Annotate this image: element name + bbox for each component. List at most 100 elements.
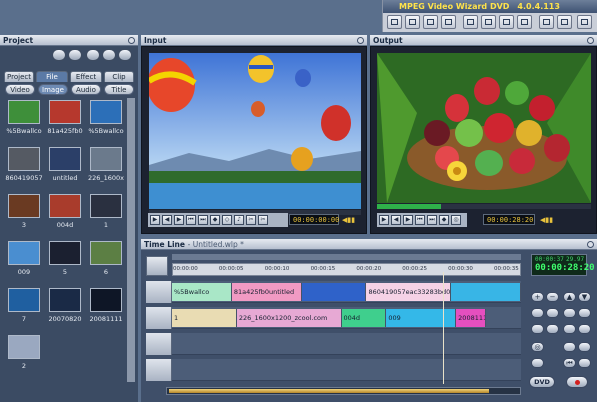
- ctrl-button-3[interactable]: [563, 308, 576, 318]
- prev-frame-icon[interactable]: ◀: [162, 215, 172, 225]
- dvd-button[interactable]: DVD: [529, 376, 555, 388]
- save-icon[interactable]: [423, 15, 438, 29]
- ctrl-button-12[interactable]: [578, 358, 591, 368]
- move-down-button[interactable]: ▼: [578, 292, 591, 302]
- ctrl-button-4[interactable]: [578, 308, 591, 318]
- move-up-button[interactable]: ▲: [563, 292, 576, 302]
- library-item[interactable]: 6: [87, 241, 125, 283]
- zoom-out-button[interactable]: −: [546, 292, 559, 302]
- view-button[interactable]: [102, 49, 116, 61]
- snapshot-button[interactable]: ◎: [531, 342, 544, 352]
- ctrl-button-6[interactable]: [546, 324, 559, 334]
- add-media-button[interactable]: [52, 49, 66, 61]
- library-item[interactable]: 5: [46, 241, 84, 283]
- library-item[interactable]: 1: [87, 194, 125, 236]
- settings-icon[interactable]: [557, 15, 572, 29]
- snapshot-icon[interactable]: [481, 15, 496, 29]
- skip-button[interactable]: ⏮: [563, 358, 576, 368]
- close-icon[interactable]: [587, 37, 594, 44]
- ctrl-button-1[interactable]: [531, 308, 544, 318]
- refresh-button[interactable]: [68, 49, 82, 61]
- film-icon[interactable]: [539, 15, 554, 29]
- cut-icon[interactable]: ✂: [246, 215, 256, 225]
- ctrl-button-7[interactable]: [563, 324, 576, 334]
- timeline-clip[interactable]: %5Bwallco: [172, 283, 232, 301]
- tab-file[interactable]: File: [36, 71, 68, 82]
- library-item[interactable]: 20081111: [87, 288, 125, 330]
- play-icon[interactable]: ▶: [150, 215, 160, 225]
- library-item[interactable]: 3: [5, 194, 43, 236]
- timeline-clip[interactable]: 009: [386, 309, 457, 327]
- delete-button[interactable]: [118, 49, 132, 61]
- next-frame-icon[interactable]: ▶: [174, 215, 184, 225]
- close-icon[interactable]: [128, 37, 135, 44]
- keyboard-icon[interactable]: [463, 15, 478, 29]
- library-scrollbar[interactable]: [127, 98, 135, 382]
- goto-start-icon[interactable]: ⏮: [415, 215, 425, 225]
- scroll-thumb[interactable]: [169, 389, 489, 393]
- goto-end-icon[interactable]: ⏭: [427, 215, 437, 225]
- close-icon[interactable]: [587, 241, 594, 248]
- timeline-clip[interactable]: [451, 283, 521, 301]
- subtab-title[interactable]: Title: [104, 84, 134, 95]
- video-track-icon[interactable]: [146, 281, 172, 303]
- goto-start-icon[interactable]: ⏮: [186, 215, 196, 225]
- help-icon[interactable]: [577, 15, 592, 29]
- split-icon[interactable]: ✂: [258, 215, 268, 225]
- timeline-clip[interactable]: 226_1600x1200_zcool.com: [236, 309, 342, 327]
- timeline-clip[interactable]: 20081111651787: [456, 309, 487, 327]
- ctrl-button-10[interactable]: [578, 342, 591, 352]
- library-item[interactable]: 20070820: [46, 288, 84, 330]
- ctrl-button-9[interactable]: [563, 342, 576, 352]
- tab-effect[interactable]: Effect: [70, 71, 102, 82]
- play-icon[interactable]: ▶: [379, 215, 389, 225]
- zoom-in-button[interactable]: +: [531, 292, 544, 302]
- ctrl-button-2[interactable]: [546, 308, 559, 318]
- import-icon[interactable]: [441, 15, 456, 29]
- timeline-clip[interactable]: [301, 283, 367, 301]
- library-item[interactable]: %5Bwallco: [5, 100, 43, 142]
- close-icon[interactable]: [357, 37, 364, 44]
- audio-icon[interactable]: ♪: [234, 215, 244, 225]
- audio-track-icon[interactable]: [146, 359, 172, 381]
- library-item[interactable]: untitled: [46, 147, 84, 189]
- ctrl-button-8[interactable]: [578, 324, 591, 334]
- subtab-image[interactable]: Image: [38, 84, 68, 95]
- playhead[interactable]: [443, 272, 445, 384]
- timeline-clip[interactable]: 860419057eac33283bd0untitled: [366, 283, 452, 301]
- timeline-clip[interactable]: 1: [172, 309, 237, 327]
- subtab-video[interactable]: Video: [5, 84, 35, 95]
- output-seekbar[interactable]: [377, 204, 591, 209]
- tab-clip[interactable]: Clip: [104, 71, 134, 82]
- ctrl-button-5[interactable]: [531, 324, 544, 334]
- tab-project[interactable]: Project: [4, 71, 34, 82]
- open-icon[interactable]: [405, 15, 420, 29]
- mark-in-icon[interactable]: ◆: [210, 215, 220, 225]
- record-button[interactable]: [566, 376, 588, 388]
- library-item[interactable]: 004d: [46, 194, 84, 236]
- mark-out-icon[interactable]: ◇: [222, 215, 232, 225]
- next-frame-icon[interactable]: ▶: [403, 215, 413, 225]
- library-item[interactable]: 2: [5, 335, 43, 377]
- new-project-icon[interactable]: [387, 15, 402, 29]
- snapshot-icon[interactable]: ◎: [451, 215, 461, 225]
- effect-track-icon[interactable]: [146, 333, 172, 355]
- ctrl-button-11[interactable]: [531, 358, 544, 368]
- zoom-bar[interactable]: [172, 254, 521, 260]
- image-track-icon[interactable]: [146, 307, 172, 329]
- timeline-tools-icon[interactable]: [146, 256, 168, 276]
- disc-icon[interactable]: [517, 15, 532, 29]
- volume-icon[interactable]: ◀▮▮: [540, 216, 560, 224]
- prev-frame-icon[interactable]: ◀: [391, 215, 401, 225]
- dvd-icon[interactable]: [499, 15, 514, 29]
- mark-in-icon[interactable]: ◆: [439, 215, 449, 225]
- library-item[interactable]: 226_1600x: [87, 147, 125, 189]
- library-item[interactable]: 009: [5, 241, 43, 283]
- library-item[interactable]: 7: [5, 288, 43, 330]
- volume-icon[interactable]: ◀▮▮: [342, 216, 360, 224]
- library-item[interactable]: 860419057: [5, 147, 43, 189]
- timeline-clip[interactable]: 004d: [341, 309, 387, 327]
- goto-end-icon[interactable]: ⏭: [198, 215, 208, 225]
- timeline-clip[interactable]: 81a425fb0untitled: [231, 283, 302, 301]
- library-item[interactable]: 81a425fb0: [46, 100, 84, 142]
